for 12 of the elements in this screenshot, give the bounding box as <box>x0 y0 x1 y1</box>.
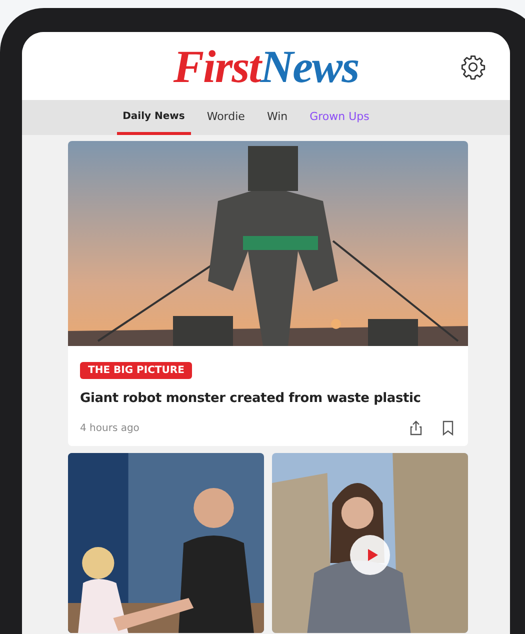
share-icon[interactable] <box>408 420 424 436</box>
headline: Giant robot monster created from waste plastic <box>80 391 422 406</box>
tab[interactable]: Grown Ups <box>304 100 376 135</box>
settings-icon[interactable] <box>460 54 486 80</box>
tab[interactable]: Daily News <box>116 100 191 135</box>
bookmark-icon[interactable] <box>440 420 456 436</box>
timestamp: 4 hours ago <box>80 422 140 434</box>
category-tag: THE BIG PICTURE <box>80 362 192 379</box>
article-card[interactable]: THE BIG PICTURE Giant robot monster created from waste plastic 4 hours ago <box>68 141 468 446</box>
tab[interactable]: Win <box>260 100 294 135</box>
logo: FirstNews <box>173 40 359 92</box>
tab[interactable]: Wordie <box>200 100 251 135</box>
